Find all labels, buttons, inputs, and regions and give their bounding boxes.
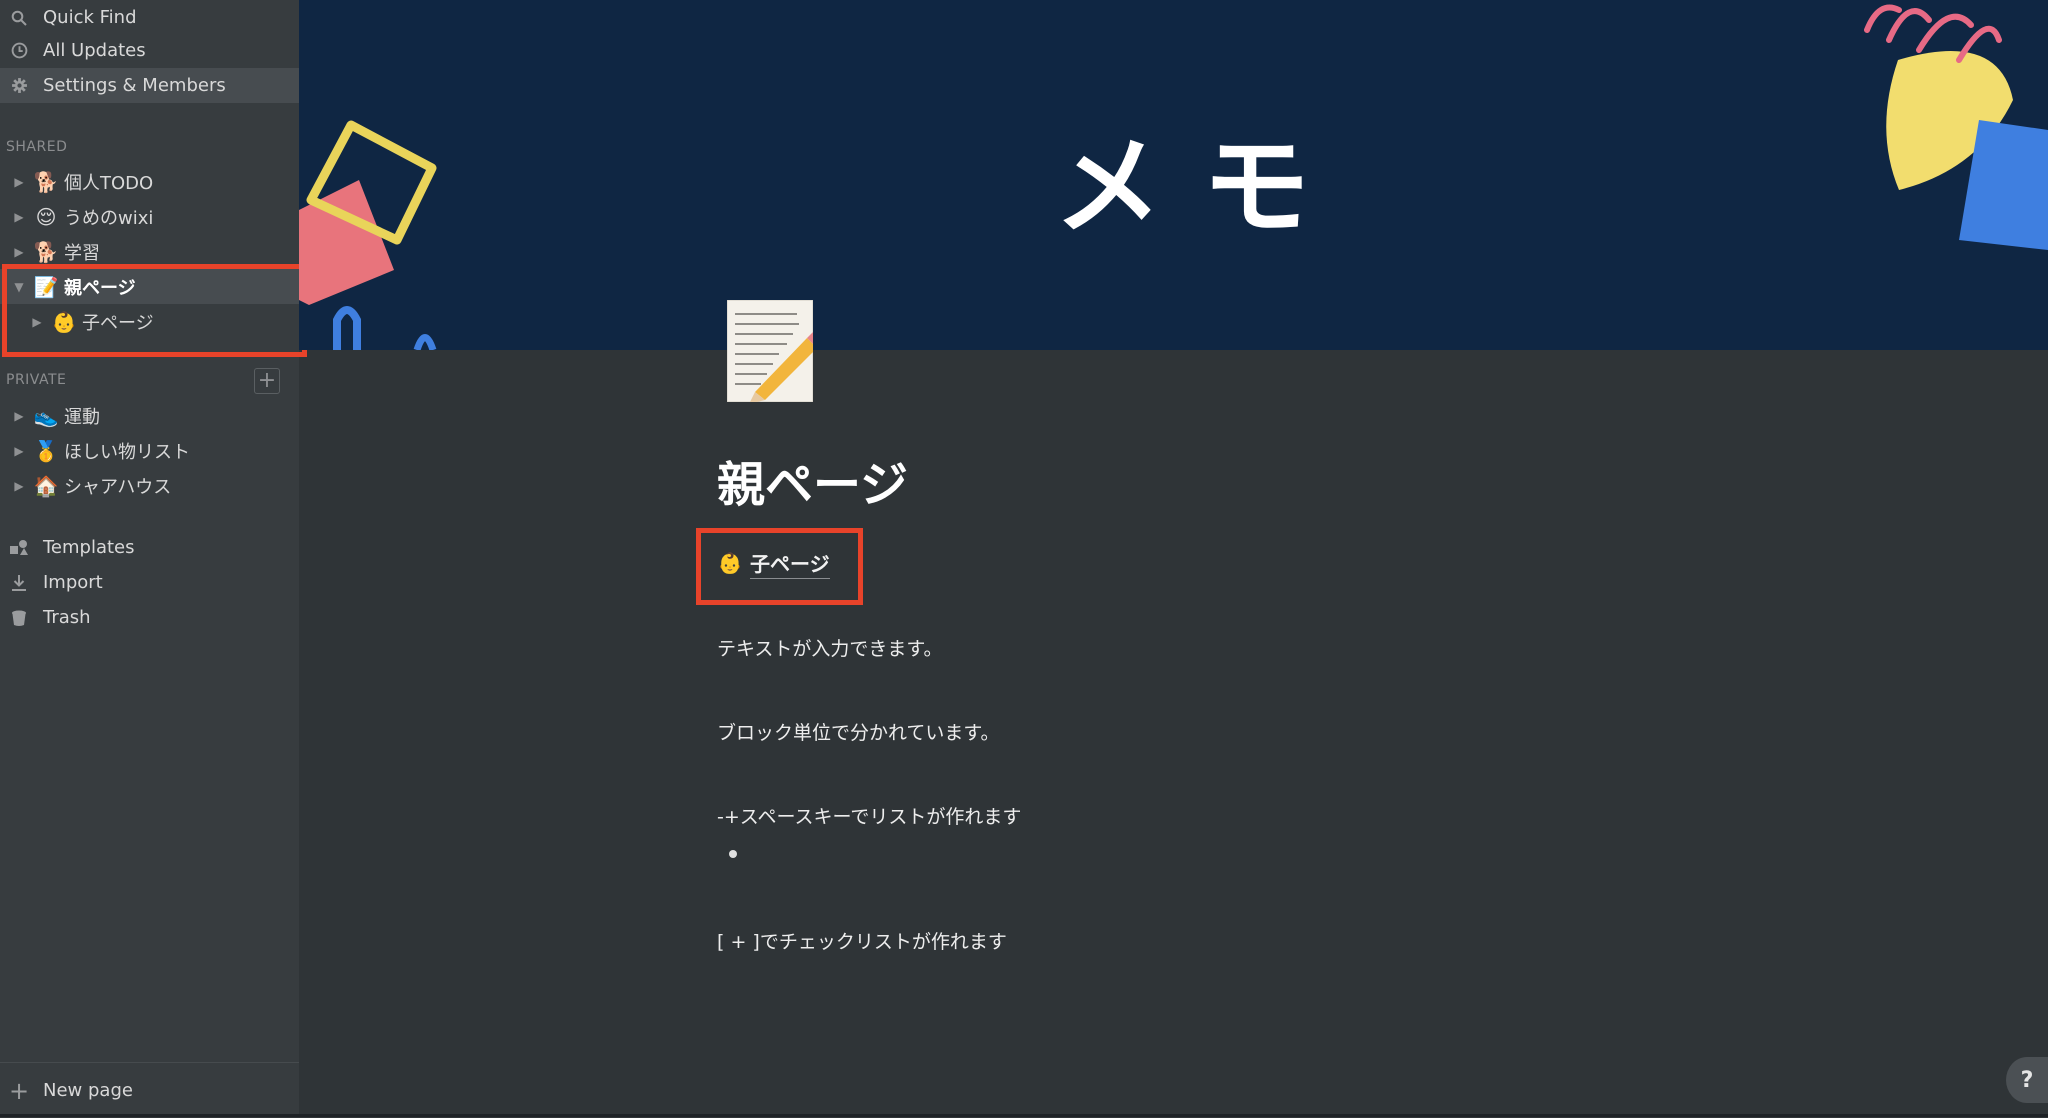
child-page-label: 子ページ [750, 548, 830, 579]
sidebar-page-wishlist[interactable]: ▶ 🥇 ほしい物リスト [0, 433, 299, 468]
expand-toggle-icon[interactable]: ▶ [12, 409, 26, 423]
import-item[interactable]: Import [0, 565, 299, 600]
text-block[interactable]: [ + ]でチェックリストが作れます [717, 927, 1007, 954]
import-icon [8, 572, 30, 594]
clock-icon [8, 40, 30, 62]
new-page-button[interactable]: + New page [0, 1062, 299, 1118]
sidebar-page-label: 運動 [64, 406, 100, 428]
expand-toggle-icon[interactable]: ▶ [12, 175, 26, 189]
memo-icon [726, 299, 822, 404]
add-private-page-button[interactable]: + [254, 368, 280, 394]
text-block[interactable]: -+スペースキーでリストが作れます [717, 802, 1021, 829]
sidebar-page-sharehouse[interactable]: ▶ 🏠 シャアハウス [0, 468, 299, 503]
all-updates-item[interactable]: All Updates [0, 33, 299, 68]
sidebar-page-label: シャアハウス [64, 476, 172, 498]
page-title[interactable]: 親ページ [717, 445, 908, 515]
cover-text: メモ [1054, 125, 1351, 250]
templates-icon [8, 537, 30, 559]
sidebar-page-ume-wixi[interactable]: ▶ 😌 うめのwixi [0, 199, 299, 234]
quick-find-label: Quick Find [43, 7, 137, 28]
bullet-list-item[interactable] [729, 850, 737, 858]
text-block[interactable]: テキストが入力できます。 [717, 634, 943, 661]
child-page-link[interactable]: 👶 子ページ [716, 543, 830, 583]
text-block[interactable]: ブロック単位で分かれています。 [717, 718, 1000, 745]
all-updates-label: All Updates [43, 40, 146, 61]
relieved-face-icon: 😌 [35, 204, 57, 229]
trash-item[interactable]: Trash [0, 600, 299, 635]
templates-item[interactable]: Templates [0, 530, 299, 565]
new-page-label: New page [43, 1080, 133, 1101]
import-label: Import [43, 572, 103, 593]
trash-label: Trash [43, 607, 91, 628]
trash-icon [8, 607, 30, 629]
help-button[interactable]: ? [2006, 1057, 2048, 1103]
private-heading: PRIVATE [6, 372, 67, 388]
expand-toggle-icon[interactable]: ▶ [12, 210, 26, 224]
shoe-icon: 👟 [33, 403, 59, 428]
sidebar: Quick Find All Updates Settings & Member… [0, 0, 307, 1118]
settings-members-item[interactable]: Settings & Members [0, 68, 299, 103]
sidebar-page-personal-todo[interactable]: ▶ 🐕 個人TODO [0, 164, 299, 199]
cover-image[interactable]: メモ [299, 0, 2048, 350]
medal-icon: 🥇 [33, 438, 59, 463]
sidebar-page-label: 個人TODO [64, 172, 154, 194]
gear-icon [8, 75, 30, 97]
quick-find-item[interactable]: Quick Find [0, 0, 299, 35]
expand-toggle-icon[interactable]: ▶ [12, 245, 26, 259]
sidebar-page-exercise[interactable]: ▶ 👟 運動 [0, 398, 299, 433]
shared-heading: SHARED [6, 139, 68, 155]
expand-toggle-icon[interactable]: ▶ [12, 479, 26, 493]
page-icon[interactable] [726, 299, 822, 404]
sidebar-page-label: 学習 [64, 242, 100, 264]
search-icon [8, 7, 30, 29]
baby-icon: 👶 [717, 551, 743, 575]
plus-icon: + [8, 1076, 30, 1105]
highlight-box [2, 264, 307, 357]
house-icon: 🏠 [33, 473, 59, 498]
dog-icon: 🐕 [33, 239, 59, 264]
expand-toggle-icon[interactable]: ▶ [12, 444, 26, 458]
templates-label: Templates [43, 537, 135, 558]
sidebar-page-label: ほしい物リスト [64, 441, 190, 463]
settings-members-label: Settings & Members [43, 75, 226, 96]
dog-icon: 🐕 [33, 169, 59, 194]
sidebar-page-label: うめのwixi [64, 207, 154, 229]
